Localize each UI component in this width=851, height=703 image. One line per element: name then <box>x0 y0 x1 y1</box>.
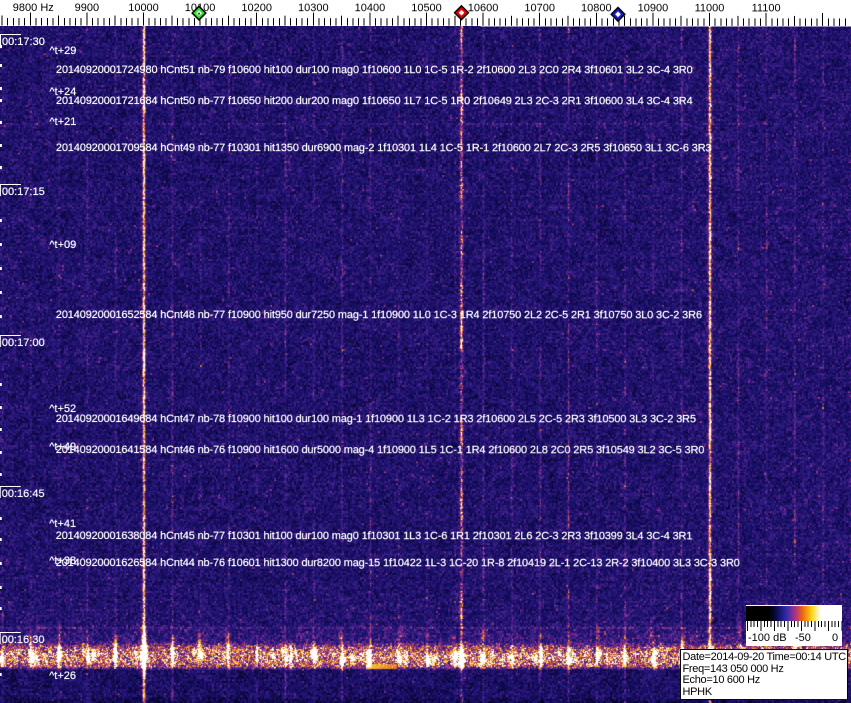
svg-text:10300: 10300 <box>298 2 329 14</box>
svg-text:9900: 9900 <box>75 2 99 14</box>
svg-text:10800: 10800 <box>581 2 612 14</box>
svg-text:10600: 10600 <box>468 2 499 14</box>
svg-text:10200: 10200 <box>241 2 272 14</box>
svg-text:11000: 11000 <box>695 2 725 14</box>
svg-text:10400: 10400 <box>355 2 386 14</box>
svg-text:10900: 10900 <box>638 2 669 14</box>
svg-text:10500: 10500 <box>411 2 442 14</box>
svg-text:10000: 10000 <box>128 2 159 14</box>
svg-text:11100: 11100 <box>752 2 781 14</box>
svg-text:9800 Hz: 9800 Hz <box>13 2 54 14</box>
svg-text:10700: 10700 <box>524 2 555 14</box>
